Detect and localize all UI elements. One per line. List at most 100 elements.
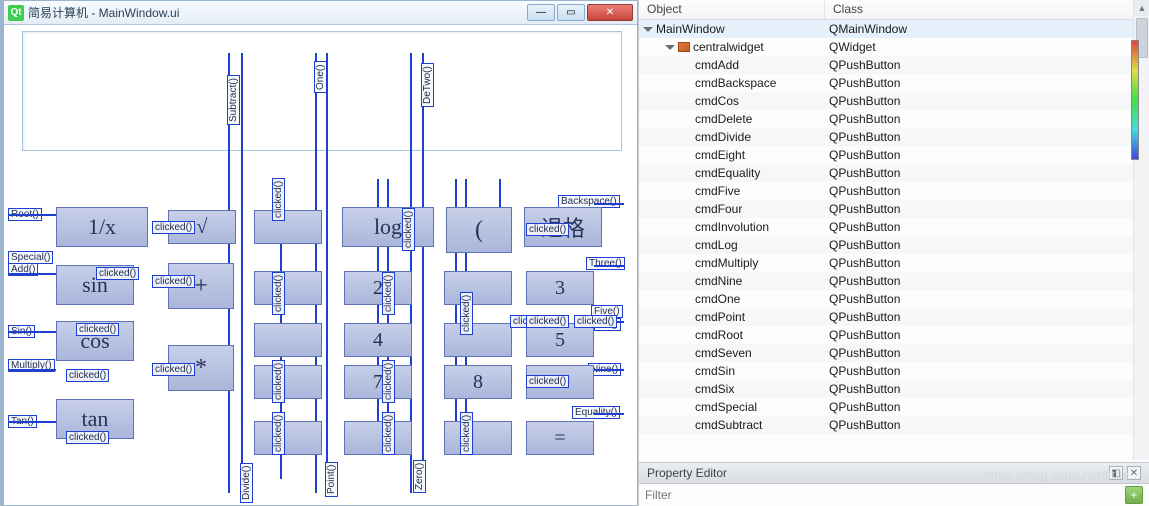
signal-clicked: clicked() — [152, 363, 195, 376]
tree-class-name: QPushButton — [825, 58, 1149, 72]
panel-close-icon[interactable]: ✕ — [1127, 466, 1141, 480]
signal-hline — [594, 203, 624, 205]
tree-class-name: QMainWindow — [825, 22, 1149, 36]
tree-object-name: cmdAdd — [695, 58, 739, 72]
btn-lparen[interactable]: ( — [446, 207, 512, 253]
tree-row[interactable]: cmdAdd QPushButton — [639, 56, 1149, 74]
tree-row[interactable]: cmdInvolutionQPushButton — [639, 218, 1149, 236]
signal-clicked: clicked() — [526, 223, 569, 236]
btn-log[interactable]: log — [342, 207, 434, 247]
btn-unnamed9[interactable] — [344, 421, 412, 455]
btn-inverse-x[interactable]: 1/x — [56, 207, 148, 247]
tree-object-cell: cmdNine — [639, 274, 825, 288]
panel-float-icon[interactable]: ◧ — [1109, 466, 1123, 480]
tree-object-name: cmdNine — [695, 274, 742, 288]
tree-row[interactable]: cmdBackspaceQPushButton — [639, 74, 1149, 92]
btn-unnamed2[interactable] — [254, 271, 322, 305]
tree-object-cell: cmdDelete — [639, 112, 825, 126]
tree-row[interactable]: MainWindow QMainWindow — [639, 20, 1149, 38]
tree-class-name: QPushButton — [825, 364, 1149, 378]
tree-row[interactable]: cmdPointQPushButton — [639, 308, 1149, 326]
property-editor-bar[interactable]: Property Editor ◧ ✕ — [639, 462, 1149, 484]
tree-row[interactable]: cmdSeven QPushButton — [639, 344, 1149, 362]
btn-three[interactable]: 3 — [526, 271, 594, 305]
signal-hline — [8, 369, 56, 371]
signal-hline — [594, 413, 624, 415]
tree-object-cell: cmdLog — [639, 238, 825, 252]
tree-class-name: QPushButton — [825, 148, 1149, 162]
btn-unnamed10[interactable] — [444, 421, 512, 455]
signal-clicked: clicked() — [66, 431, 109, 444]
signal-clicked: clicked() — [402, 208, 415, 251]
tree-object-cell: cmdInvolution — [639, 220, 825, 234]
tree-row[interactable]: cmdRootQPushButton — [639, 326, 1149, 344]
tree-row[interactable]: cmdDivideQPushButton — [639, 128, 1149, 146]
tree-row[interactable]: cmdFiveQPushButton — [639, 182, 1149, 200]
tree-object-name: cmdBackspace — [695, 76, 776, 90]
tree-object-cell: cmdSubtract — [639, 418, 825, 432]
tree-class-name: QPushButton — [825, 346, 1149, 360]
tree-row[interactable]: cmdCosQPushButton — [639, 92, 1149, 110]
minimize-button[interactable]: — — [527, 4, 555, 21]
titlebar[interactable]: Qt 简易计算机 - MainWindow.ui — ▭ ✕ — [4, 1, 637, 25]
signal-clicked: clicked() — [382, 412, 395, 455]
tree-row[interactable]: cmdSubtract QPushButton — [639, 416, 1149, 434]
tree-row[interactable]: cmdEqualityQPushButton — [639, 164, 1149, 182]
tree-object-name: cmdMultiply — [695, 256, 758, 270]
tree-row[interactable]: cmdSinQPushButton — [639, 362, 1149, 380]
tree-row[interactable]: cmdFourQPushButton — [639, 200, 1149, 218]
object-tree[interactable]: MainWindow QMainWindow centralwidgetQWidge… — [639, 20, 1149, 462]
maximize-button[interactable]: ▭ — [557, 4, 585, 21]
signal-clicked: clicked() — [272, 178, 285, 221]
tree-object-cell: cmdSix — [639, 382, 825, 396]
tree-row[interactable]: centralwidgetQWidget — [639, 38, 1149, 56]
tree-class-name: QPushButton — [825, 94, 1149, 108]
btn-unnamed4[interactable] — [254, 323, 322, 357]
btn-unnamed5[interactable] — [444, 323, 512, 357]
tree-row[interactable]: cmdSixQPushButton — [639, 380, 1149, 398]
tree-object-cell: cmdSpecial — [639, 400, 825, 414]
btn-two[interactable]: 2 — [344, 271, 412, 305]
btn-unnamed8[interactable] — [254, 421, 322, 455]
tree-class-name: QPushButton — [825, 238, 1149, 252]
tree-object-name: cmdSpecial — [695, 400, 757, 414]
tree-row[interactable]: cmdLogQPushButton — [639, 236, 1149, 254]
tree-row[interactable]: cmdSpecialQPushButton — [639, 398, 1149, 416]
signal-hline — [594, 369, 624, 371]
scroll-up-icon[interactable]: ▲ — [1134, 0, 1149, 16]
header-object[interactable]: Object — [639, 0, 825, 19]
tree-object-name: cmdSeven — [695, 346, 752, 360]
btn-unnamed3[interactable] — [444, 271, 512, 305]
tree-row[interactable]: cmdNineQPushButton — [639, 272, 1149, 290]
signal-clicked: clicked() — [526, 375, 569, 388]
signal-clicked: clicked() — [382, 272, 395, 315]
signal-line — [326, 53, 328, 493]
design-canvas[interactable]: Subtract() One() DeTwo() Divide() Point(… — [4, 25, 637, 505]
close-button[interactable]: ✕ — [587, 4, 633, 21]
signal-clicked: clicked() — [382, 360, 395, 403]
tree-row[interactable]: cmdOneQPushButton — [639, 290, 1149, 308]
tree-row[interactable]: cmdEightQPushButton — [639, 146, 1149, 164]
tree-row[interactable]: cmdDeleteQPushButton — [639, 110, 1149, 128]
tree-row[interactable]: cmdMultiplyQPushButton — [639, 254, 1149, 272]
tree-twisty-icon[interactable] — [665, 45, 675, 50]
tree-class-name: QPushButton — [825, 418, 1149, 432]
tree-object-cell: cmdPoint — [639, 310, 825, 324]
btn-four[interactable]: 4 — [344, 323, 412, 357]
btn-five[interactable]: 5 — [526, 323, 594, 357]
tree-object-name: cmdSix — [695, 382, 734, 396]
tree-twisty-icon[interactable] — [643, 27, 653, 32]
tree-object-name: cmdSubtract — [695, 418, 762, 432]
signal-line — [422, 53, 424, 493]
header-class[interactable]: Class — [825, 0, 871, 19]
signal-clicked: clicked() — [96, 267, 139, 280]
btn-unnamed6[interactable] — [254, 365, 322, 399]
add-property-button[interactable]: + — [1125, 486, 1143, 504]
tree-object-name: cmdPoint — [695, 310, 745, 324]
tree-object-name: cmdDelete — [695, 112, 752, 126]
btn-eight[interactable]: 8 — [444, 365, 512, 399]
btn-equals[interactable]: = — [526, 421, 594, 455]
btn-seven[interactable]: 7 — [344, 365, 412, 399]
tree-object-name: MainWindow — [656, 22, 725, 36]
btn-unnamed1[interactable] — [254, 210, 322, 244]
